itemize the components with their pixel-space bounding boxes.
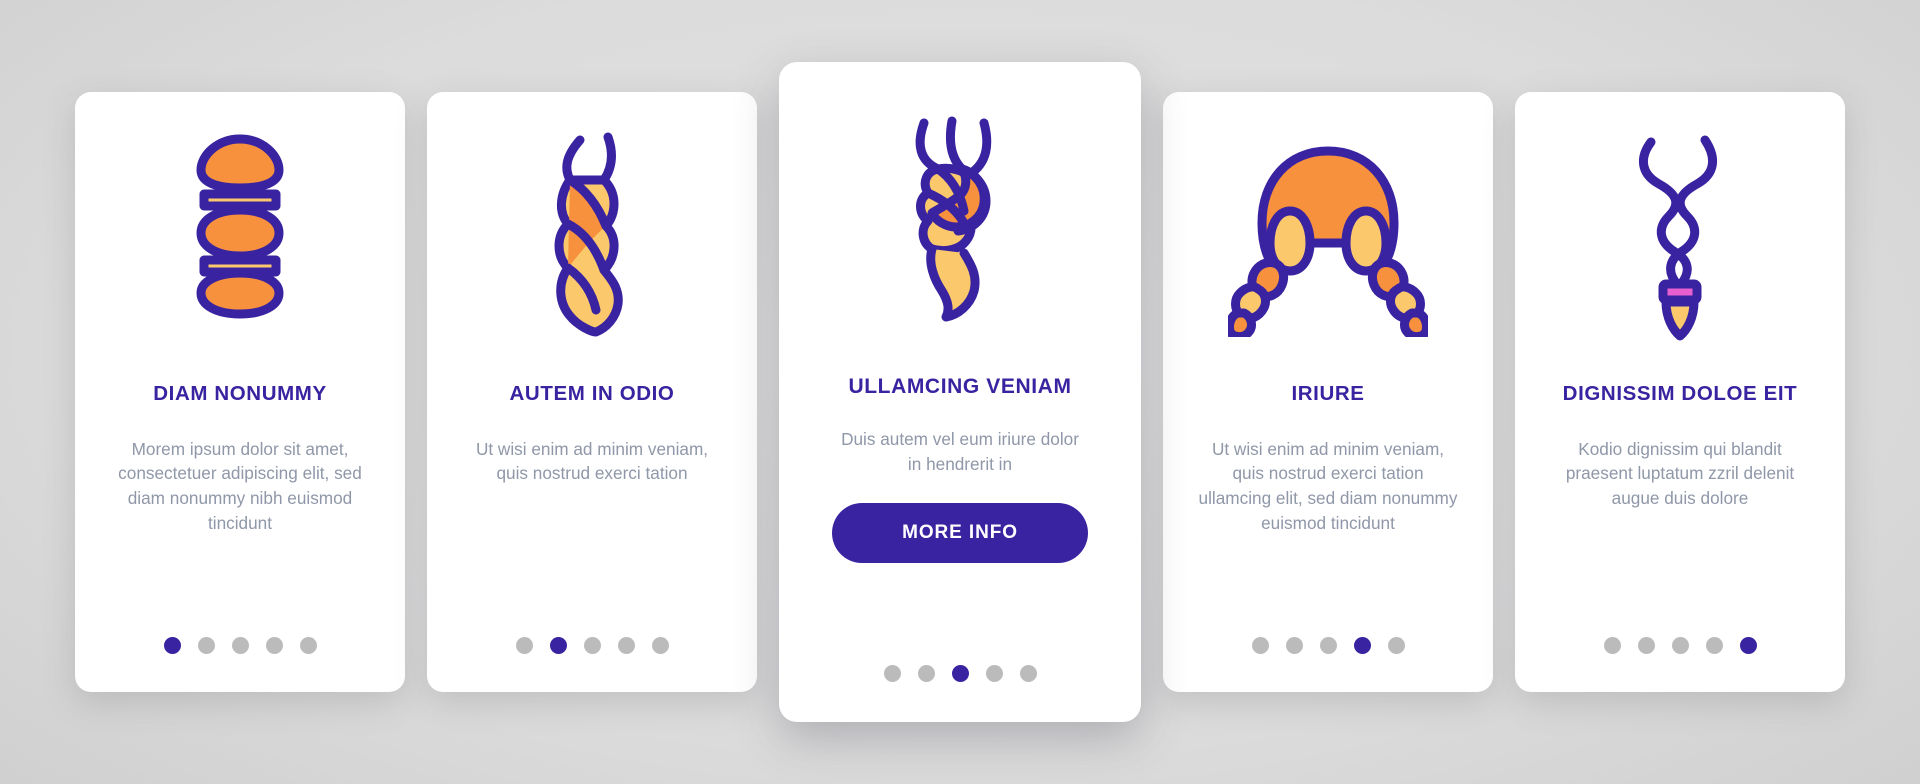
- pagination-dot-4[interactable]: [985, 665, 1003, 682]
- onboarding-screens-stage: DIAM NONUMMY Morem ipsum dolor sit amet,…: [0, 0, 1920, 784]
- more-info-button[interactable]: MORE INFO: [832, 502, 1088, 563]
- card-body-text: Duis autem vel eum iriure dolor in hendr…: [841, 429, 1079, 474]
- braid-beads-strand-icon: [101, 92, 379, 382]
- pagination-dot-2[interactable]: [917, 665, 935, 682]
- card-title: ULLAMCING VENIAM: [848, 375, 1072, 398]
- pagination-dot-2[interactable]: [1637, 637, 1655, 654]
- card-title: AUTEM IN ODIO: [509, 382, 675, 405]
- card-body-text: Ut wisi enim ad minim veniam, quis nostr…: [475, 438, 709, 484]
- card-title: DIGNISSIM DOLOE EIT: [1562, 382, 1798, 405]
- pagination-dot-4[interactable]: [265, 637, 283, 654]
- pagination-dot-1[interactable]: [515, 637, 533, 654]
- pagination-dots: [1515, 637, 1845, 654]
- pagination-dot-3[interactable]: [583, 637, 601, 654]
- pagination-dot-4[interactable]: [1353, 637, 1371, 654]
- pagination-dot-1[interactable]: [883, 665, 901, 682]
- pagination-dot-2[interactable]: [197, 637, 215, 654]
- pagination-dot-3[interactable]: [1319, 637, 1337, 654]
- pagination-dot-3[interactable]: [951, 665, 969, 682]
- pagination-dot-3[interactable]: [231, 637, 249, 654]
- card-title: DIAM NONUMMY: [153, 382, 327, 405]
- pagination-dot-5[interactable]: [1019, 665, 1037, 682]
- onboarding-card-3-featured[interactable]: ULLAMCING VENIAM Duis autem vel eum iriu…: [779, 62, 1141, 722]
- onboarding-card-5[interactable]: DIGNISSIM DOLOE EIT Kodio dignissim qui …: [1515, 92, 1845, 692]
- pagination-dot-1[interactable]: [163, 637, 181, 654]
- card-body-text: Ut wisi enim ad minim veniam, quis nostr…: [1198, 438, 1458, 533]
- pagination-dots: [1163, 637, 1493, 654]
- three-strand-knot-braid-icon: [805, 62, 1115, 374]
- pagination-dot-4[interactable]: [1705, 637, 1723, 654]
- onboarding-card-2[interactable]: AUTEM IN ODIO Ut wisi enim ad minim veni…: [427, 92, 757, 692]
- pagination-dot-1[interactable]: [1603, 637, 1621, 654]
- twisted-lock-hair-tie-icon: [1541, 92, 1819, 382]
- pagination-dot-3[interactable]: [1671, 637, 1689, 654]
- card-title: IRIURE: [1291, 382, 1365, 405]
- onboarding-card-1[interactable]: DIAM NONUMMY Morem ipsum dolor sit amet,…: [75, 92, 405, 692]
- onboarding-card-4[interactable]: IRIURE Ut wisi enim ad minim veniam, qui…: [1163, 92, 1493, 692]
- pagination-dot-5[interactable]: [1739, 637, 1757, 654]
- pagination-dots: [779, 665, 1141, 682]
- twisted-rope-braid-icon: [453, 92, 731, 382]
- pagination-dot-1[interactable]: [1251, 637, 1269, 654]
- pagination-dot-5[interactable]: [299, 637, 317, 654]
- pagination-dot-5[interactable]: [1387, 637, 1405, 654]
- card-body-text: Morem ipsum dolor sit amet, consectetuer…: [118, 438, 362, 533]
- pagination-dot-4[interactable]: [617, 637, 635, 654]
- pagination-dot-2[interactable]: [1285, 637, 1303, 654]
- pigtail-braids-hairstyle-icon: [1189, 92, 1467, 382]
- pagination-dot-5[interactable]: [651, 637, 669, 654]
- pagination-dots: [427, 637, 757, 654]
- card-body-text: Kodio dignissim qui blandit praesent lup…: [1565, 438, 1795, 509]
- pagination-dot-2[interactable]: [549, 637, 567, 654]
- onboarding-cards-row: DIAM NONUMMY Morem ipsum dolor sit amet,…: [0, 0, 1920, 784]
- pagination-dots: [75, 637, 405, 654]
